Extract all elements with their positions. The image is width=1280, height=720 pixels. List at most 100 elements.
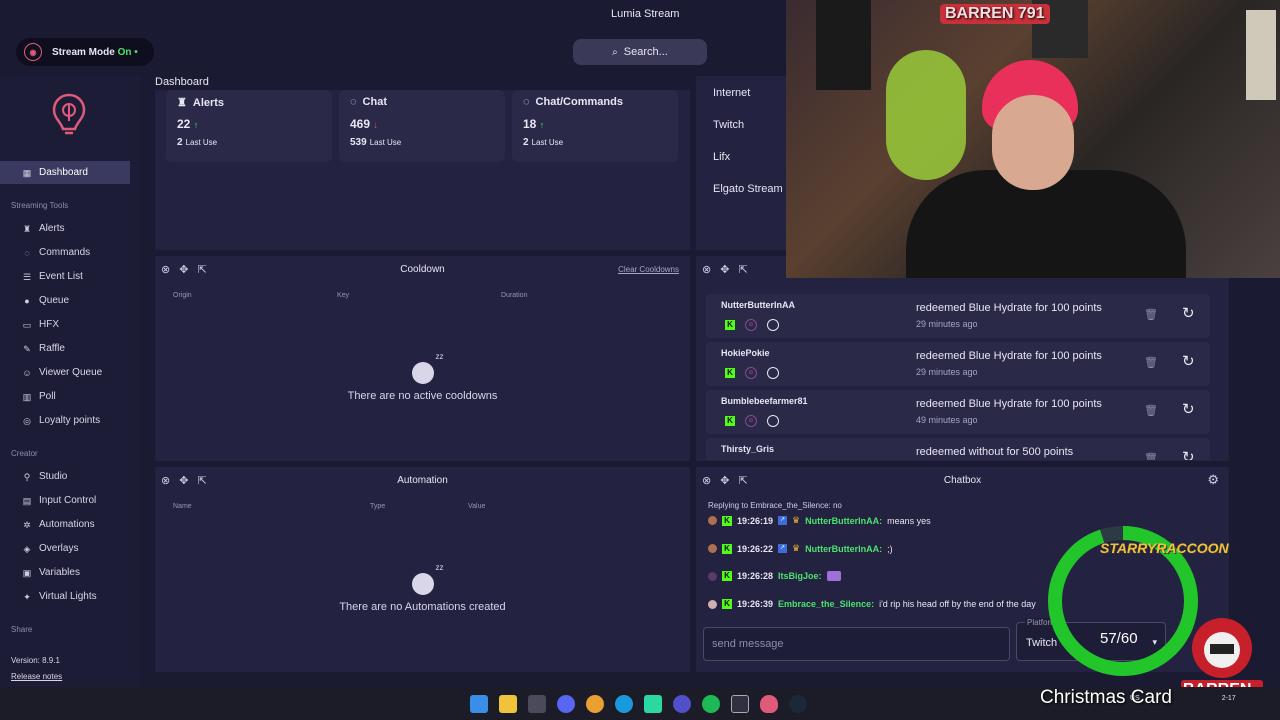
sidebar-item-hfx[interactable]: ▭ HFX <box>0 313 130 336</box>
panel-controls: ⊗ ✥ ⇱ <box>702 263 748 276</box>
empty-message: There are no Automations created <box>339 601 506 613</box>
chat-time: 19:26:19 <box>737 515 774 526</box>
trash-icon[interactable]: 🗑 <box>1144 452 1158 460</box>
discord-icon[interactable] <box>557 695 575 713</box>
integration-lifx[interactable]: Lifx <box>713 151 730 163</box>
release-notes-link[interactable]: Release notes <box>11 672 62 681</box>
sidebar-item-raffle[interactable]: ✎ Raffle <box>0 337 130 360</box>
starryraccoon-logo: STARRYRACCOON <box>1100 540 1229 556</box>
sidebar-item-viewer-queue[interactable]: ☺ Viewer Queue <box>0 361 130 384</box>
sidebar-item-input-control[interactable]: ▤ Input Control <box>0 489 130 512</box>
stat-title: Chat <box>362 96 387 108</box>
start-menu-icon[interactable] <box>470 695 488 713</box>
bell-icon: ♜ <box>22 223 32 234</box>
stat-title: Chat/Commands <box>535 96 623 108</box>
webcam-feed: BARREN 791 <box>786 0 1280 278</box>
sidebar-item-commands[interactable]: ◌ Commands <box>0 241 130 264</box>
chat-bubble-icon: ◌ <box>523 96 530 108</box>
redemption-message: redeemed Blue Hydrate for 100 points <box>916 302 1102 314</box>
sidebar-item-queue[interactable]: ● Queue <box>0 289 130 312</box>
sidebar-item-variables[interactable]: ▣ Variables <box>0 561 130 584</box>
chat-user: NutterButterInAA: <box>805 515 883 526</box>
avatar <box>708 599 717 609</box>
popout-icon[interactable]: ⇱ <box>738 263 747 276</box>
steam-icon[interactable] <box>789 695 807 713</box>
stat-number: 18 <box>523 117 537 131</box>
file-explorer-icon[interactable] <box>499 695 517 713</box>
move-icon[interactable]: ✥ <box>720 263 729 276</box>
stream-mode-toggle[interactable]: ◉ Stream Mode On • <box>16 38 154 66</box>
chat-bubble-icon: ◌ <box>350 96 357 108</box>
redemption-user: Bumblebeefarmer81 <box>721 396 808 406</box>
trash-icon[interactable]: 🗑 <box>1144 356 1158 369</box>
stat-last-use: 2 Last Use <box>523 137 563 148</box>
crown-icon: ♛ <box>792 515 801 525</box>
send-message-input[interactable]: send message <box>703 627 1010 661</box>
sidebar-item-poll[interactable]: ▥ Poll <box>0 385 130 408</box>
sidebar-item-loyalty-points[interactable]: ◎ Loyalty points <box>0 409 130 432</box>
settings-gear-icon[interactable]: ⚙ <box>1207 472 1219 488</box>
edge-icon[interactable] <box>615 695 633 713</box>
panel-title: Automation <box>397 475 448 486</box>
clear-cooldowns-link[interactable]: Clear Cooldowns <box>618 265 679 274</box>
cam-banner-logo: BARREN 791 <box>940 4 1050 24</box>
redemption-row[interactable]: Thirsty_Gris redeemed without for 500 po… <box>706 438 1210 460</box>
chat-user: NutterButterInAA: <box>805 543 883 554</box>
replay-icon[interactable]: ↻ <box>1182 448 1195 460</box>
search-input[interactable]: ⌕ Search... <box>573 39 707 65</box>
user-badges: K ☺ <box>725 319 779 331</box>
replay-icon[interactable]: ↻ <box>1182 304 1195 322</box>
sidebar-item-label: Overlays <box>39 543 79 554</box>
integration-elgato[interactable]: Elgato Stream D <box>713 183 786 195</box>
sidebar-item-event-list[interactable]: ☰ Event List <box>0 265 130 288</box>
integration-twitch[interactable]: Twitch <box>713 119 744 131</box>
avatar <box>708 516 717 525</box>
stat-card-alerts[interactable]: ♜ Alerts 22 ↑ 2 Last Use <box>166 90 332 162</box>
redemption-row[interactable]: NutterButterInAA K ☺ redeemed Blue Hydrat… <box>706 294 1210 338</box>
sidebar-item-virtual-lights[interactable]: ✦ Virtual Lights <box>0 585 130 608</box>
column-type: Type <box>370 503 386 510</box>
last-label: Last Use <box>531 138 564 147</box>
last-count: 2 <box>177 137 183 148</box>
sidebar-item-overlays[interactable]: ◈ Overlays <box>0 537 130 560</box>
layers-icon: ◈ <box>23 543 31 554</box>
sidebar-item-alerts[interactable]: ♜ Alerts <box>0 217 130 240</box>
lumia-logo-icon <box>52 93 86 135</box>
kick-icon: K <box>722 571 732 581</box>
trend-up-icon: ↑ <box>539 120 545 130</box>
last-label: Last Use <box>185 138 218 147</box>
integration-internet[interactable]: Internet <box>713 87 750 99</box>
stat-card-chat-commands[interactable]: ◌ Chat/Commands 18 ↑ 2 Last Use <box>512 90 678 162</box>
redemption-message: redeemed Blue Hydrate for 100 points <box>916 398 1102 410</box>
replay-icon[interactable]: ↻ <box>1182 352 1195 370</box>
replay-icon[interactable]: ↻ <box>1182 400 1195 418</box>
sidebar-item-label: Automations <box>39 519 95 530</box>
stat-number: 469 <box>350 117 371 131</box>
stat-card-chat[interactable]: ◌ Chat 469 ↓ 539 Last Use <box>339 90 505 162</box>
chat-time: 19:26:39 <box>737 599 774 609</box>
spotify-icon[interactable] <box>702 695 720 713</box>
redemption-row[interactable]: HokiePokie K ☺ redeemed Blue Hydrate for … <box>706 342 1210 386</box>
sidebar-item-studio[interactable]: ⚲ Studio <box>0 465 130 488</box>
stat-title-row: ◌ Chat/Commands <box>523 96 623 108</box>
media-icon[interactable] <box>673 695 691 713</box>
chat-user: ItsBigJoe: <box>778 571 822 581</box>
stream-mode-dot: • <box>134 46 138 58</box>
lumia-icon[interactable] <box>760 695 778 713</box>
trash-icon[interactable]: 🗑 <box>1144 308 1158 321</box>
close-icon[interactable]: ⊗ <box>702 263 711 276</box>
variables-icon: ▣ <box>22 567 32 578</box>
bg-app-icon[interactable] <box>731 695 749 713</box>
redemption-row[interactable]: Bumblebeefarmer81 K ☺ redeemed Blue Hydra… <box>706 390 1210 434</box>
sidebar-item-dashboard[interactable]: ▦ Dashboard <box>0 161 130 184</box>
bell-icon: ♜ <box>177 97 187 109</box>
sidebar-item-automations[interactable]: ✲ Automations <box>0 513 130 536</box>
redemption-message: redeemed Blue Hydrate for 100 points <box>916 350 1102 362</box>
last-count: 2 <box>523 137 529 148</box>
chrome-icon[interactable] <box>586 695 604 713</box>
user-badge-icon: ☺ <box>745 367 757 379</box>
store-icon[interactable] <box>528 695 546 713</box>
app-icon[interactable] <box>644 695 662 713</box>
trash-icon[interactable]: 🗑 <box>1144 404 1158 417</box>
avatar <box>708 544 717 553</box>
